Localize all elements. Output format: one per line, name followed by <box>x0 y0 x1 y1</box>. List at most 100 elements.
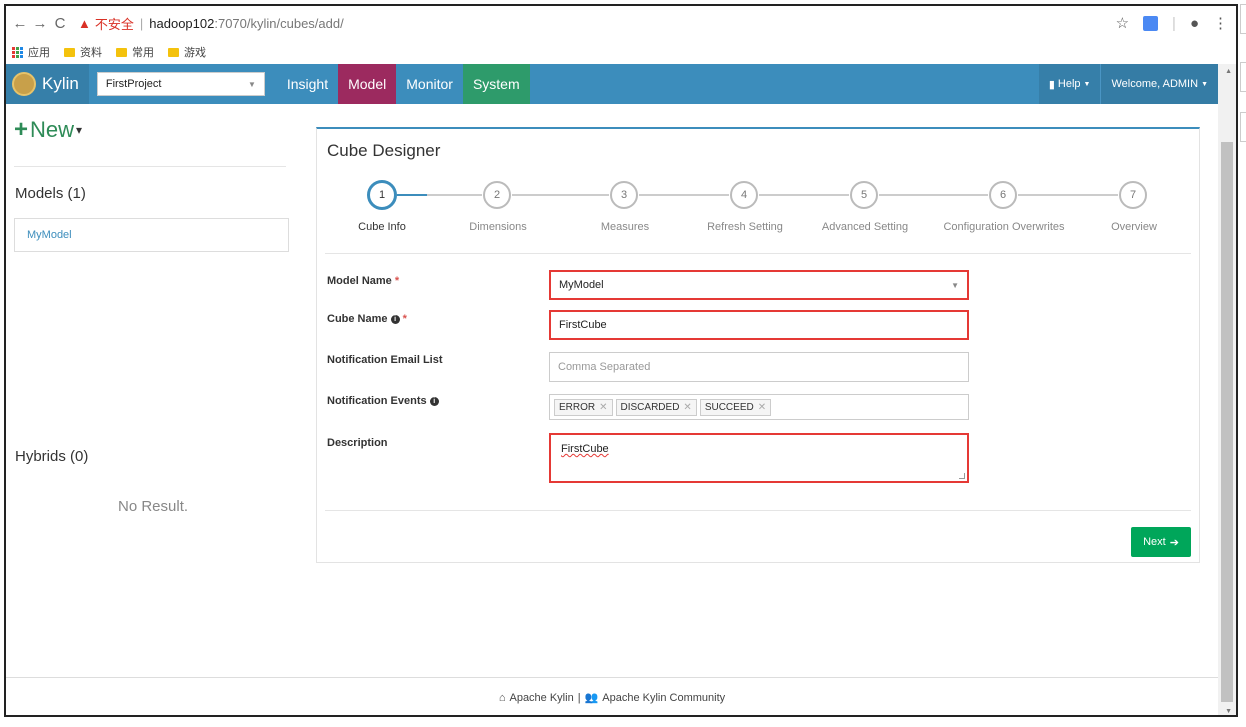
chevron-down-icon: ▾ <box>76 123 83 137</box>
folder-icon <box>168 47 179 57</box>
help-label: Help <box>1057 78 1081 90</box>
step-label: Measures <box>600 221 650 233</box>
bookmark-apps[interactable]: 应用 <box>12 44 50 60</box>
step-connector <box>879 194 988 196</box>
bookmark-label: 应用 <box>28 47 50 59</box>
step-4[interactable]: 4 <box>730 181 758 209</box>
email-input[interactable]: Comma Separated <box>549 352 969 382</box>
project-select[interactable]: FirstProject ▼ <box>96 72 265 96</box>
scroll-up-icon[interactable]: ▲ <box>1225 68 1232 75</box>
chevron-down-icon: ▼ <box>1201 80 1208 88</box>
model-name-select[interactable]: MyModel ▼ <box>549 270 969 300</box>
bookmark-label: 常用 <box>132 47 154 59</box>
step-3[interactable]: 3 <box>610 181 638 209</box>
project-value: FirstProject <box>105 78 162 90</box>
menu-icon[interactable]: ⋮ <box>1213 14 1228 32</box>
hybrids-title: Hybrids (0) <box>15 448 89 465</box>
step-connector <box>639 194 729 196</box>
bookmark-star-icon[interactable]: ☆ <box>1116 14 1129 32</box>
address-bar[interactable]: ▲ 不安全 | hadoop102:7070/kylin/cubes/add/ <box>78 14 344 33</box>
bookmarks-bar: 应用 资料 常用 游戏 <box>6 40 1236 64</box>
new-button[interactable]: + New ▾ <box>14 116 294 144</box>
bookmark-folder[interactable]: 资料 <box>64 44 102 60</box>
cube-designer-panel: Cube Designer 1 2 3 4 5 6 7 Cube Info Di… <box>316 127 1200 563</box>
main-nav: Insight Model Monitor System <box>277 64 530 104</box>
browser-actions: ☆ | ● ⋮ <box>1116 14 1228 33</box>
cube-name-label-text: Cube Name <box>327 313 388 325</box>
insecure-label: 不安全 <box>94 16 134 32</box>
chevron-down-icon: ▼ <box>951 280 959 290</box>
home-icon: ⌂ <box>498 691 506 704</box>
translate-icon[interactable] <box>1143 15 1159 31</box>
bookmark-folder[interactable]: 游戏 <box>168 44 206 60</box>
edge-artifact <box>1240 62 1246 92</box>
footer-separator: | <box>577 691 581 704</box>
step-7[interactable]: 7 <box>1119 181 1147 209</box>
event-tag: DISCARDED ✕ <box>615 398 697 416</box>
browser-toolbar: ← → C ▲ 不安全 | hadoop102:7070/kylin/cubes… <box>6 6 1236 40</box>
info-icon[interactable]: i <box>429 396 439 406</box>
welcome-label: Welcome, ADMIN <box>1111 78 1199 90</box>
step-6[interactable]: 6 <box>989 181 1017 209</box>
remove-tag-icon[interactable]: ✕ <box>599 402 607 413</box>
scroll-down-icon[interactable]: ▼ <box>1225 708 1232 715</box>
nav-insight[interactable]: Insight <box>277 64 338 104</box>
remove-tag-icon[interactable]: ✕ <box>758 402 766 413</box>
wizard-divider <box>325 253 1191 254</box>
models-title: Models (1) <box>15 185 86 202</box>
users-icon: 👥 <box>584 692 599 704</box>
edge-artifact <box>1240 4 1246 34</box>
model-name-label-text: Model Name <box>327 275 392 287</box>
events-tag-input[interactable]: ERROR ✕ DISCARDED ✕ SUCCEED ✕ <box>549 394 969 420</box>
footer-link-kylin[interactable]: Apache Kylin <box>509 692 573 704</box>
brand[interactable]: Kylin <box>6 64 89 104</box>
next-button[interactable]: Next ➔ <box>1131 527 1191 557</box>
step-5[interactable]: 5 <box>850 181 878 209</box>
events-label: Notification Events i <box>327 395 439 407</box>
footer-link-community[interactable]: Apache Kylin Community <box>602 692 725 704</box>
step-2[interactable]: 2 <box>483 181 511 209</box>
resize-handle-icon[interactable] <box>959 473 965 479</box>
event-tag-label: DISCARDED <box>620 401 680 413</box>
step-label: Dimensions <box>469 221 527 233</box>
user-menu[interactable]: Welcome, ADMIN ▼ <box>1100 64 1218 104</box>
model-name-value: MyModel <box>559 279 604 291</box>
scroll-thumb[interactable] <box>1221 142 1233 702</box>
cube-name-label: Cube Name i * <box>327 313 407 325</box>
toolbar-divider: | <box>1172 14 1176 32</box>
url-separator: | <box>139 15 144 31</box>
back-icon[interactable]: ← <box>10 15 30 32</box>
nav-monitor[interactable]: Monitor <box>396 64 463 104</box>
step-connector <box>512 194 609 196</box>
no-result-text: No Result. <box>118 498 189 515</box>
forward-icon[interactable]: → <box>30 15 50 32</box>
profile-icon[interactable]: ● <box>1190 15 1199 32</box>
help-menu[interactable]: ▮ Help ▼ <box>1038 64 1101 104</box>
bookmark-folder[interactable]: 常用 <box>116 44 154 60</box>
nav-system[interactable]: System <box>462 64 530 104</box>
cube-name-input[interactable]: FirstCube <box>549 310 969 340</box>
info-icon[interactable]: i <box>390 314 400 324</box>
step-1[interactable]: 1 <box>367 180 397 210</box>
reload-icon[interactable]: C <box>50 15 70 32</box>
folder-icon <box>64 47 75 57</box>
model-list-item[interactable]: MyModel <box>14 218 289 252</box>
description-value: FirstCube <box>561 443 609 455</box>
step-label: Configuration Overwrites <box>943 221 1065 233</box>
step-label: Advanced Setting <box>821 221 909 233</box>
page-scrollbar[interactable]: ▲ ▼ <box>1218 64 1236 715</box>
event-tag-label: SUCCEED <box>704 401 754 413</box>
step-connector <box>397 194 427 196</box>
nav-model[interactable]: Model <box>338 64 397 104</box>
sidebar-divider <box>14 166 286 167</box>
next-label: Next <box>1143 536 1166 548</box>
kylin-logo <box>12 72 36 96</box>
plus-icon: + <box>14 116 29 143</box>
step-connector <box>759 194 849 196</box>
description-textarea[interactable]: FirstCube <box>549 433 969 483</box>
remove-tag-icon[interactable]: ✕ <box>683 402 691 413</box>
nav-right: ▮ Help ▼ Welcome, ADMIN ▼ <box>1038 64 1218 104</box>
description-label: Description <box>327 437 388 449</box>
footer: ⌂ Apache Kylin | 👥 Apache Kylin Communit… <box>6 677 1218 715</box>
event-tag: ERROR ✕ <box>554 398 613 416</box>
